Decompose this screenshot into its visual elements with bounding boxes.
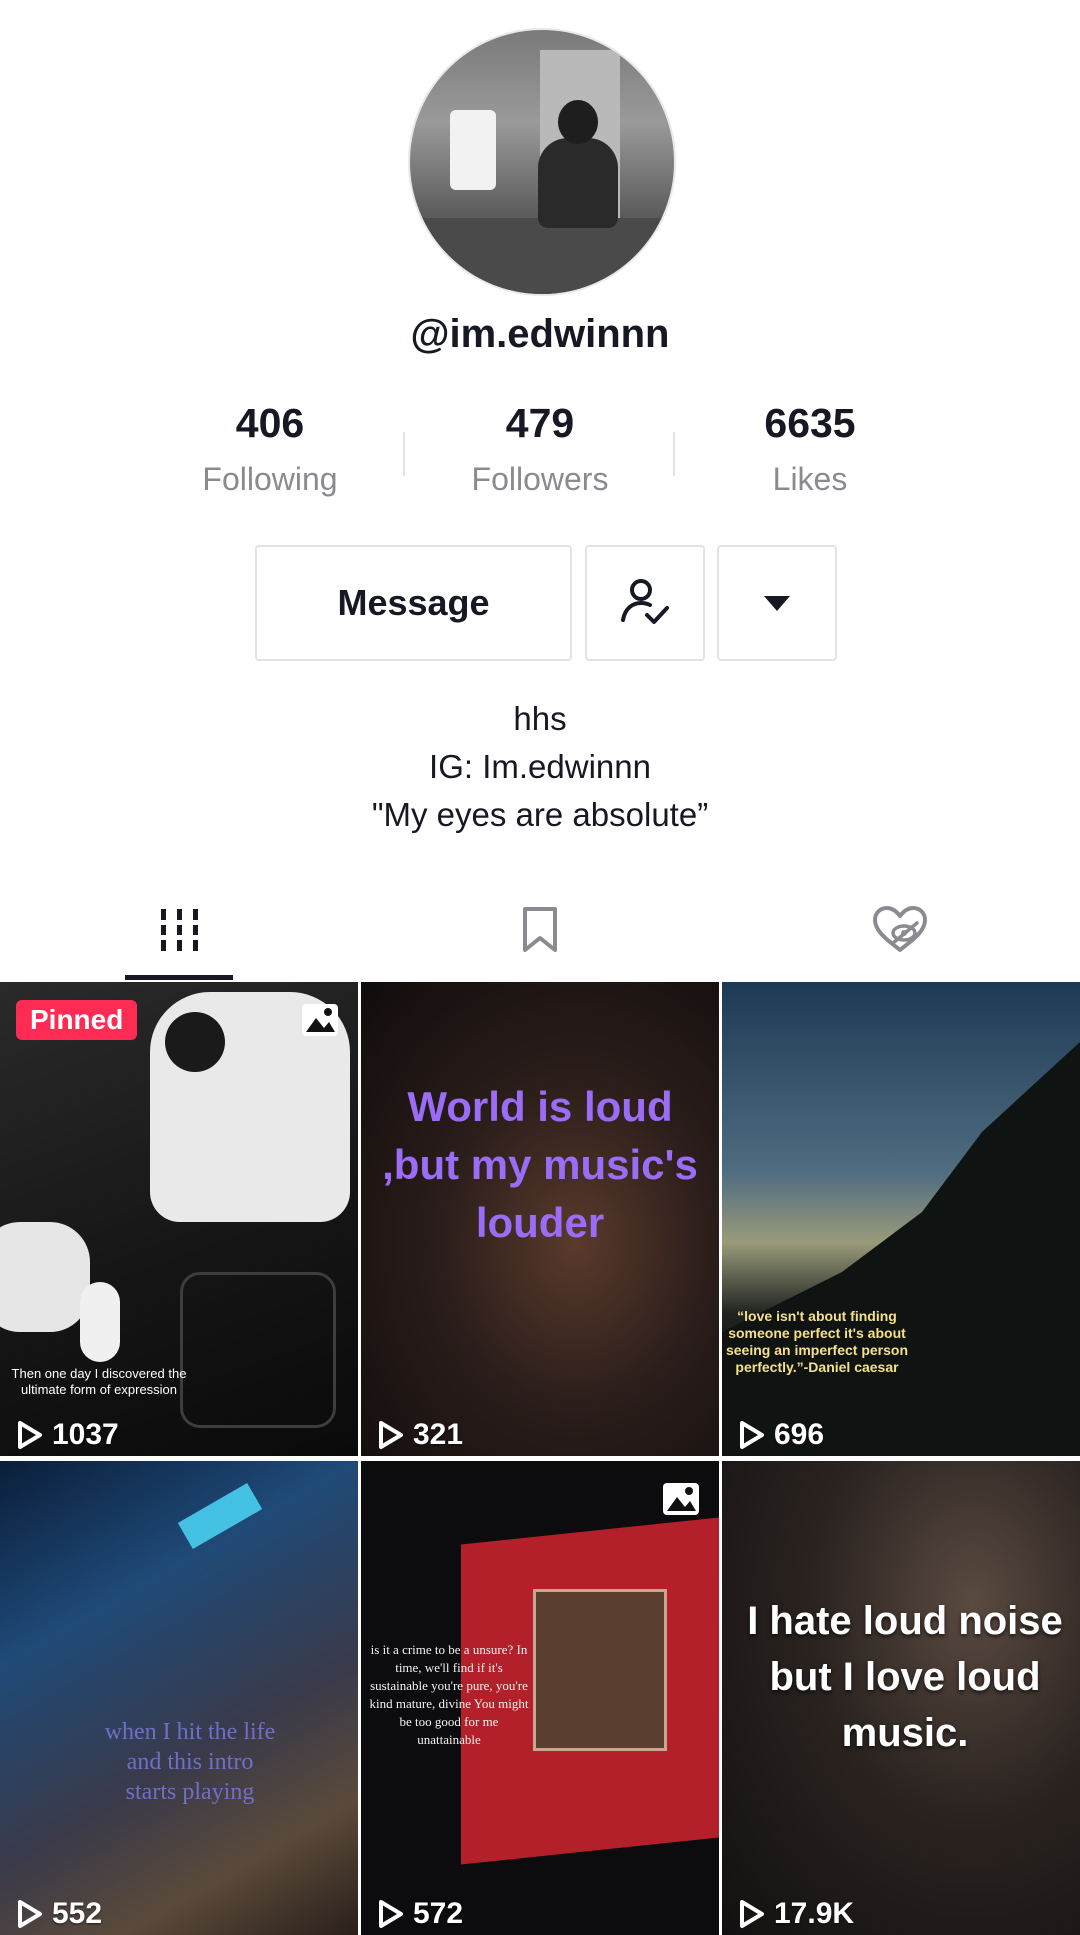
profile-tabs: [0, 880, 1080, 980]
active-tab-indicator: [125, 975, 233, 980]
tab-liked[interactable]: [720, 880, 1080, 980]
photo-icon: [663, 1483, 699, 1515]
view-count-value: 552: [52, 1897, 103, 1930]
video-tile[interactable]: Pinned Then one day I discovered the ult…: [0, 982, 358, 1456]
photo-icon: [302, 1004, 338, 1036]
play-icon: [740, 1900, 764, 1928]
video-tile[interactable]: is it a crime to be a unsure? In time, w…: [361, 1461, 719, 1935]
profile-stats: 406 Following 479 Followers 6635 Likes: [0, 400, 1080, 510]
view-count-value: 572: [413, 1897, 464, 1930]
video-caption: I hate loud noise but I love loud music.: [747, 1599, 1063, 1755]
play-icon: [18, 1421, 42, 1449]
view-count: 1037: [16, 1418, 119, 1452]
stat-value: 6635: [764, 400, 856, 446]
video-tile[interactable]: World is loud ,but my music's louder 321: [361, 982, 719, 1456]
view-count: 17.9K: [738, 1897, 854, 1931]
view-count-value: 17.9K: [774, 1897, 855, 1930]
video-tile[interactable]: I hate loud noise but I love loud music.…: [722, 1461, 1080, 1935]
stat-divider: [673, 432, 675, 476]
message-button[interactable]: Message: [255, 545, 572, 661]
view-count: 696: [738, 1418, 824, 1452]
play-icon: [740, 1421, 764, 1449]
thumbnail-detail: [165, 1012, 225, 1072]
video-grid: Pinned Then one day I discovered the ult…: [0, 982, 1080, 1935]
tab-videos[interactable]: [0, 880, 360, 980]
pinned-badge: Pinned: [16, 1000, 138, 1040]
stat-followers[interactable]: 479 Followers: [405, 400, 675, 498]
thumbnail-airpod: [80, 1282, 120, 1362]
bio-line: hhs: [513, 700, 567, 737]
message-button-label: Message: [337, 582, 490, 623]
video-caption: is it a crime to be a unsure? In time, w…: [369, 1642, 529, 1747]
stat-label: Likes: [772, 461, 848, 497]
thumbnail-hill: [722, 1042, 1080, 1456]
grid-icon: [161, 909, 198, 951]
view-count: 572: [377, 1897, 463, 1931]
view-count: 552: [16, 1897, 102, 1931]
profile-username: @im.edwinnn: [410, 312, 670, 356]
avatar-photo-detail: [450, 110, 496, 190]
play-icon: [379, 1900, 403, 1928]
video-caption: Then one day I discovered the ultimate f…: [11, 1366, 187, 1397]
avatar-photo-detail: [410, 218, 674, 294]
view-count: 321: [377, 1418, 463, 1452]
bio-line[interactable]: IG: Im.edwinnn: [0, 748, 1080, 786]
view-count-value: 1037: [52, 1418, 119, 1451]
more-options-button[interactable]: [717, 545, 837, 661]
video-caption: “love isn't about finding someone perfec…: [725, 1308, 909, 1375]
video-caption: World is loud ,but my music's louder: [382, 1083, 698, 1246]
stat-divider: [403, 432, 405, 476]
thumbnail-airpods: [0, 1222, 90, 1332]
stat-following[interactable]: 406 Following: [135, 400, 405, 498]
video-caption: when I hit the life and this intro start…: [104, 1719, 276, 1805]
thumbnail-light: [177, 1483, 263, 1549]
stat-label: Following: [202, 461, 338, 497]
bookmark-icon: [523, 907, 557, 952]
tab-saved[interactable]: [360, 880, 720, 980]
caret-down-icon: [764, 596, 790, 611]
heart-hidden-icon: [873, 906, 927, 952]
avatar-photo-detail: [538, 138, 618, 228]
stat-value: 406: [235, 400, 305, 446]
video-tile[interactable]: “love isn't about finding someone perfec…: [722, 982, 1080, 1456]
play-icon: [18, 1900, 42, 1928]
thumbnail-portrait: [533, 1589, 667, 1751]
avatar-photo-detail: [558, 100, 598, 144]
profile-avatar[interactable]: [408, 28, 676, 296]
stat-value: 479: [505, 400, 575, 446]
view-count-value: 696: [774, 1418, 825, 1451]
video-tile[interactable]: when I hit the life and this intro start…: [0, 1461, 358, 1935]
following-status-button[interactable]: [585, 545, 705, 661]
stat-label: Followers: [471, 461, 609, 497]
thumbnail-detail: [180, 1272, 336, 1428]
bio-line: "My eyes are absolute”: [371, 796, 709, 833]
stat-likes[interactable]: 6635 Likes: [675, 400, 945, 498]
view-count-value: 321: [413, 1418, 464, 1451]
play-icon: [379, 1421, 403, 1449]
user-check-icon: [621, 579, 669, 624]
